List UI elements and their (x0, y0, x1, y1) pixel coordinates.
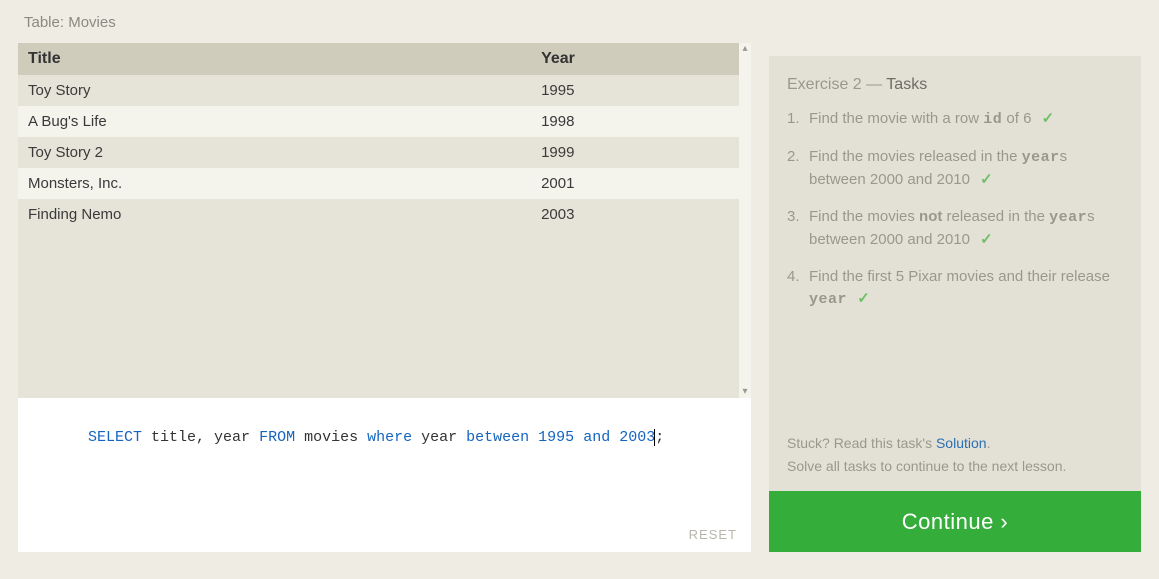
checkmark-icon: ✓ (980, 171, 993, 188)
table-caption: Table: Movies (18, 0, 751, 43)
tasks-heading-label: Tasks (886, 76, 927, 93)
results-panel: Table: Movies Title Year Toy Story1995A … (18, 0, 751, 552)
cell-title: Monsters, Inc. (18, 168, 531, 199)
cell-title: Toy Story (18, 75, 531, 106)
task-number: 1. (787, 108, 809, 131)
sql-statement: SELECT title, year FROM movies where yea… (88, 429, 664, 446)
table-header-row: Title Year (18, 43, 751, 75)
results-scrollbar[interactable]: ▴ ▾ (739, 43, 751, 398)
hint-prefix: Stuck? Read this task's (787, 435, 936, 451)
task-number: 2. (787, 146, 809, 169)
scroll-up-icon[interactable]: ▴ (739, 43, 751, 55)
cell-title: Finding Nemo (18, 199, 531, 230)
cell-title: Toy Story 2 (18, 137, 531, 168)
tasks-panel: Exercise 2 — Tasks 1.Find the movie with… (769, 56, 1141, 491)
tasks-heading-prefix: Exercise 2 — (787, 76, 886, 93)
scroll-down-icon[interactable]: ▾ (739, 386, 751, 398)
table-row: Toy Story1995 (18, 75, 751, 106)
cell-year: 1999 (531, 137, 751, 168)
task-text: Find the movies not released in the year… (809, 206, 1123, 252)
column-header-title: Title (18, 43, 531, 75)
solution-link[interactable]: Solution (936, 435, 987, 451)
task-item: 3.Find the movies not released in the ye… (787, 206, 1123, 252)
task-item: 1.Find the movie with a row id of 6 ✓ (787, 108, 1123, 132)
column-header-year: Year (531, 43, 751, 75)
checkmark-icon: ✓ (857, 290, 870, 307)
table-row: A Bug's Life1998 (18, 106, 751, 137)
results-table-area: Title Year Toy Story1995A Bug's Life1998… (18, 43, 751, 398)
table-row: Toy Story 21999 (18, 137, 751, 168)
hint-block: Stuck? Read this task's Solution. Solve … (787, 432, 1123, 477)
hint-suffix: . (987, 435, 991, 451)
cell-year: 1998 (531, 106, 751, 137)
table-row: Monsters, Inc.2001 (18, 168, 751, 199)
hint-line2: Solve all tasks to continue to the next … (787, 458, 1066, 474)
task-text: Find the movie with a row id of 6 ✓ (809, 108, 1123, 132)
cell-year: 1995 (531, 75, 751, 106)
task-number: 4. (787, 266, 809, 289)
task-item: 4.Find the first 5 Pixar movies and thei… (787, 266, 1123, 312)
tasks-column: Exercise 2 — Tasks 1.Find the movie with… (769, 0, 1141, 552)
sql-editor[interactable]: SELECT title, year FROM movies where yea… (18, 398, 751, 552)
reset-button[interactable]: RESET (689, 527, 737, 542)
table-row: Finding Nemo2003 (18, 199, 751, 230)
cell-year: 2001 (531, 168, 751, 199)
results-table: Title Year Toy Story1995A Bug's Life1998… (18, 43, 751, 230)
cell-year: 2003 (531, 199, 751, 230)
task-number: 3. (787, 206, 809, 229)
task-item: 2.Find the movies released in the years … (787, 146, 1123, 192)
task-text: Find the movies released in the years be… (809, 146, 1123, 192)
checkmark-icon: ✓ (1042, 110, 1055, 127)
cell-title: A Bug's Life (18, 106, 531, 137)
task-text: Find the first 5 Pixar movies and their … (809, 266, 1123, 312)
checkmark-icon: ✓ (980, 231, 993, 248)
continue-button[interactable]: Continue › (769, 491, 1141, 552)
task-list: 1.Find the movie with a row id of 6 ✓2.F… (787, 108, 1123, 326)
tasks-heading: Exercise 2 — Tasks (787, 76, 1123, 94)
